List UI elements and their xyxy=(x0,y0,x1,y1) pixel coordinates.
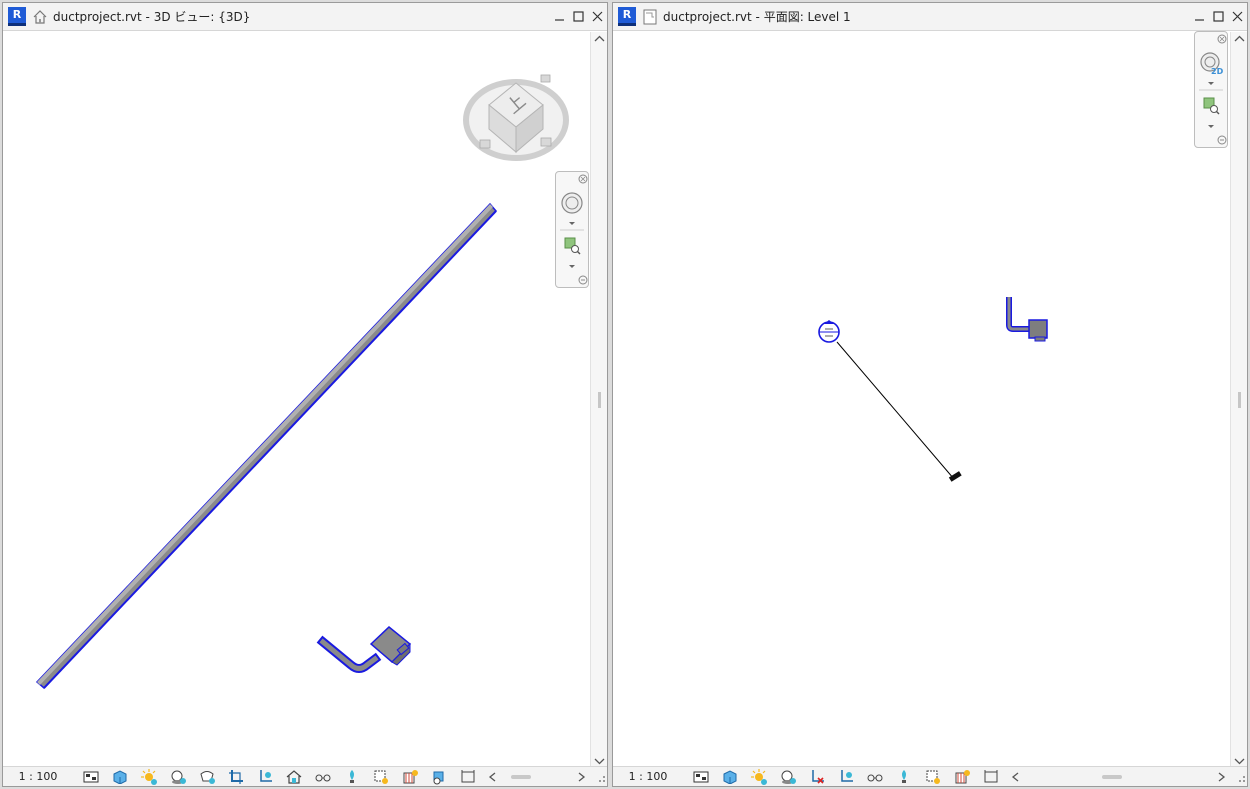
close-icon xyxy=(592,11,603,22)
show-crop-icon[interactable] xyxy=(835,769,857,785)
home-lock-icon[interactable] xyxy=(283,769,305,785)
crop-region-icon[interactable] xyxy=(196,769,218,785)
close-button[interactable] xyxy=(590,9,605,24)
worksharing-icon[interactable] xyxy=(951,769,973,785)
viewcube[interactable]: 上 xyxy=(463,74,569,161)
close-icon xyxy=(1232,11,1243,22)
highlight-displacement-icon[interactable] xyxy=(922,769,944,785)
plan-drawing-canvas[interactable] xyxy=(613,32,1229,768)
scroll-down-icon[interactable] xyxy=(1234,755,1245,766)
section-tail-marker[interactable] xyxy=(948,471,962,482)
duct-elbow-with-box[interactable] xyxy=(316,626,412,673)
worksharing-icon[interactable] xyxy=(399,769,421,785)
view-title: ductproject.rvt - 平面図: Level 1 xyxy=(663,10,851,24)
scroll-up-icon[interactable] xyxy=(594,34,605,45)
zoom-region-icon[interactable] xyxy=(1203,97,1220,115)
view-window-floor-plan: R ductproject.rvt - 平面図: Level 1 2D 1: … xyxy=(612,2,1248,787)
straight-duct[interactable] xyxy=(35,202,498,690)
show-crop-icon[interactable] xyxy=(225,769,247,785)
scroll-down-icon[interactable] xyxy=(594,755,605,766)
vertical-scrollbar[interactable] xyxy=(1230,32,1247,768)
h-scrollbar-thumb[interactable] xyxy=(1102,774,1122,779)
2d-wheel-icon[interactable]: 2D xyxy=(1200,52,1224,76)
house-3d-view-icon xyxy=(33,9,47,24)
minimize-button[interactable] xyxy=(1192,9,1207,24)
maximize-icon xyxy=(1213,11,1224,22)
scrollbar-thumb[interactable] xyxy=(1238,392,1241,408)
shadows-icon[interactable] xyxy=(777,769,799,785)
detail-level-icon[interactable] xyxy=(690,769,712,785)
scroll-left-icon[interactable] xyxy=(1010,771,1022,783)
scroll-right-icon[interactable] xyxy=(1215,771,1227,783)
maximize-button[interactable] xyxy=(571,9,586,24)
temporary-hide-icon[interactable] xyxy=(312,769,334,785)
view-titlebar[interactable]: R ductproject.rvt - 3D ビュー: {3D} xyxy=(3,3,607,31)
minimize-icon xyxy=(555,19,564,21)
wheel-2d-label: 2D xyxy=(1211,67,1224,76)
constraints-icon[interactable] xyxy=(980,769,1002,785)
navbar-options-icon[interactable] xyxy=(578,275,588,285)
navigation-bar: 2D xyxy=(1194,31,1228,148)
chevron-down-icon[interactable] xyxy=(569,222,575,225)
visual-style-icon[interactable] xyxy=(719,769,741,785)
steering-wheel-icon[interactable] xyxy=(561,192,583,214)
view-scale[interactable]: 1 : 100 xyxy=(3,770,73,783)
temporary-hide-icon[interactable] xyxy=(864,769,886,785)
minimize-button[interactable] xyxy=(552,9,567,24)
highlight-displacement-icon[interactable] xyxy=(370,769,392,785)
resize-grip-icon[interactable] xyxy=(1233,770,1247,784)
view-scale[interactable]: 1 : 100 xyxy=(613,770,683,783)
constraints-icon[interactable] xyxy=(457,769,479,785)
view-control-bar: 1 : 100 xyxy=(3,766,607,786)
duct-elbow-with-box-plan[interactable] xyxy=(1006,297,1048,342)
view-control-bar: 1 : 100 xyxy=(613,766,1247,786)
revit-logo: R xyxy=(8,7,26,26)
unlock-3d-icon[interactable] xyxy=(254,769,276,785)
navbar-close-icon[interactable] xyxy=(578,174,588,184)
scroll-up-icon[interactable] xyxy=(1234,34,1245,45)
view-titlebar[interactable]: R ductproject.rvt - 平面図: Level 1 xyxy=(613,3,1247,31)
horizontal-scrollbar[interactable] xyxy=(1010,769,1247,785)
zoom-region-icon[interactable] xyxy=(564,237,581,255)
analytical-model-icon[interactable] xyxy=(428,769,450,785)
chevron-down-icon[interactable] xyxy=(1208,82,1214,85)
maximize-icon xyxy=(573,11,584,22)
scrollbar-thumb[interactable] xyxy=(598,392,601,408)
h-scrollbar-thumb[interactable] xyxy=(511,774,531,779)
sun-path-icon[interactable] xyxy=(748,768,770,785)
detail-level-icon[interactable] xyxy=(80,769,102,785)
chevron-down-icon[interactable] xyxy=(569,265,575,268)
close-button[interactable] xyxy=(1230,9,1245,24)
section-line[interactable] xyxy=(836,341,955,480)
shadows-icon[interactable] xyxy=(167,769,189,785)
revit-logo: R xyxy=(618,7,636,26)
3d-drawing-canvas[interactable]: 上 xyxy=(3,32,589,768)
sun-path-icon[interactable] xyxy=(138,768,160,785)
horizontal-scrollbar[interactable] xyxy=(487,769,607,785)
navbar-options-icon[interactable] xyxy=(1217,135,1227,145)
scroll-left-icon[interactable] xyxy=(487,771,499,783)
resize-grip-icon[interactable] xyxy=(593,770,607,784)
floor-plan-view-icon xyxy=(643,9,657,24)
navigation-bar xyxy=(555,171,589,288)
chevron-down-icon[interactable] xyxy=(1208,125,1214,128)
visual-style-icon[interactable] xyxy=(109,769,131,785)
maximize-button[interactable] xyxy=(1211,9,1226,24)
reveal-hidden-icon[interactable] xyxy=(893,769,915,785)
vertical-scrollbar[interactable] xyxy=(590,32,607,768)
navbar-close-icon[interactable] xyxy=(1217,34,1227,44)
view-title: ductproject.rvt - 3D ビュー: {3D} xyxy=(53,10,251,24)
crop-view-off-icon[interactable] xyxy=(806,769,828,785)
section-marker[interactable] xyxy=(818,320,840,343)
minimize-icon xyxy=(1195,19,1204,21)
scroll-right-icon[interactable] xyxy=(575,771,587,783)
view-window-3d: R ductproject.rvt - 3D ビュー: {3D} 上 1: 1… xyxy=(2,2,608,787)
reveal-hidden-icon[interactable] xyxy=(341,769,363,785)
